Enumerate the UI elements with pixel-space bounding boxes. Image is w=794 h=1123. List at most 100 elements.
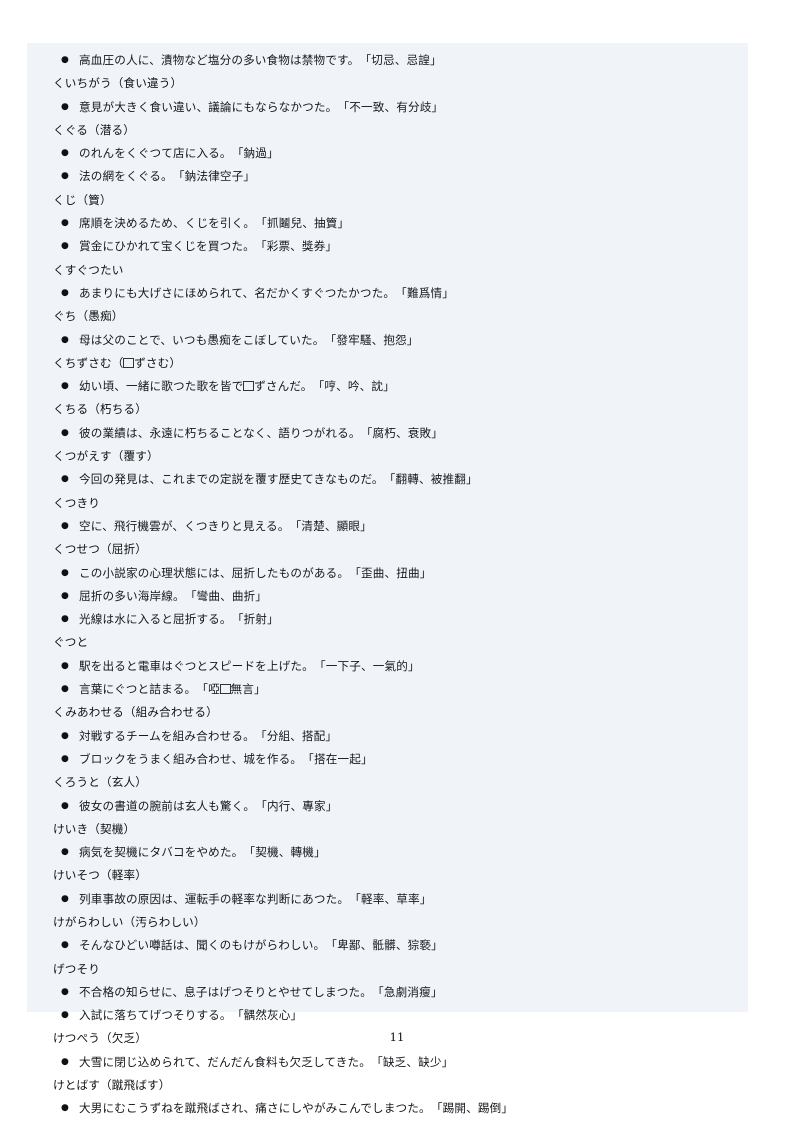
bullet-icon: ● [61, 1103, 70, 1114]
example-sentence-text: 彼の業績は、永遠に朽ちることなく、語りつがれる。 「腐朽、衰敗」 [79, 425, 443, 440]
vocabulary-headword: くつがえす（覆す） [39, 445, 738, 468]
example-sentence: ● 言葉にぐつと詰まる。 「啞 無言」 [39, 678, 738, 701]
example-sentence: ● 席順を決めるため、くじを引く。 「抓鬮兒、抽簤」 [39, 212, 738, 235]
example-sentence-text: 大男にむこうずねを蹴飛ばされ、痛さにしやがみこんでしまつた。 「踢開、踢倒」 [79, 1101, 514, 1116]
example-sentence-text: 対戦するチームを組み合わせる。 「分組、搭配」 [79, 728, 338, 743]
bullet-icon: ● [61, 218, 70, 229]
bullet-icon: ● [61, 287, 70, 298]
vocabulary-headword: げつそり [39, 958, 738, 981]
example-sentence: ● 法の網をくぐる。 「鈉法律空子」 [39, 165, 738, 188]
vocabulary-headword: くじ（簤） [39, 189, 738, 212]
bullet-icon: ● [61, 334, 70, 345]
vocabulary-headword: くみあわせる（組み合わせる） [39, 701, 738, 724]
vocabulary-entry-list: ● 高血圧の人に、漬物など塩分の多い食物は禁物です。 「切忌、忌諻」くいちがう（食… [39, 49, 738, 1121]
vocabulary-headword: ぐち（愚痴） [39, 305, 738, 328]
bullet-icon: ● [61, 986, 70, 997]
bullet-icon: ● [61, 940, 70, 951]
example-sentence-text: 意見が大きく食い違い、議論にもならなかつた。 「不一致、有分歧」 [79, 99, 444, 114]
bullet-icon: ● [61, 893, 70, 904]
example-sentence: ● 今回の発見は、これまでの定説を覆す歴史てきなものだ。 「翻轉、被推翻」 [39, 468, 738, 491]
vocabulary-headword: くぐる（潜る） [39, 119, 738, 142]
headword-text: くいちがう（食い違う） [53, 76, 183, 91]
example-sentence-text: 法の網をくぐる。 「鈉法律空子」 [79, 169, 256, 184]
bullet-icon: ● [61, 753, 70, 764]
bullet-icon: ● [61, 1056, 70, 1067]
example-sentence-text: そんなひどい噂話は、聞くのもけがらわしい。 「卑鄙、骶髒、猔褻」 [79, 938, 443, 953]
example-sentence: ● あまりにも大げさにほめられて、名だかくすぐつたかつた。 「難爲情」 [39, 282, 738, 305]
example-sentence-text: のれんをくぐつて店に入る。 「鈉過」 [79, 146, 279, 161]
headword-text: けいき（契機） [53, 821, 136, 836]
headword-text: くじ（簤） [53, 192, 112, 207]
bullet-icon: ● [61, 55, 70, 65]
headword-text: くちずさむ（ ずさむ） [53, 355, 182, 370]
vocabulary-headword: くいちがう（食い違う） [39, 72, 738, 95]
bullet-icon: ● [61, 474, 70, 485]
example-sentence: ● 彼女の書道の腕前は玄人も驚く。 「内行、專家」 [39, 795, 738, 818]
headword-text: くつがえす（覆す） [53, 449, 159, 464]
headword-text: けとばす（蹴飛ばす） [53, 1078, 171, 1093]
headword-text: くすぐつたい [53, 262, 124, 277]
example-sentence: ● 大雪に閉じ込められて、だんだん食料も欠乏してきた。 「缺乏、缺少」 [39, 1051, 738, 1074]
example-sentence: ● 不合格の知らせに、息子はげつそりとやせてしまつた。 「急劇消瘦」 [39, 981, 738, 1004]
example-sentence-text: 彼女の書道の腕前は玄人も驚く。 「内行、專家」 [79, 798, 338, 813]
vocabulary-headword: くろうと（玄人） [39, 771, 738, 794]
example-sentence-text: 屈折の多い海岸線。 「彎曲、曲折」 [79, 588, 268, 603]
headword-text: けがらわしい（汚らわしい） [53, 914, 206, 929]
example-sentence: ● 光線は水に入ると屈折する。 「折射」 [39, 608, 738, 631]
example-sentence: ● 列車事故の原因は、運転手の軽率な判断にあつた。 「軽率、草率」 [39, 888, 738, 911]
example-sentence: ● 彼の業績は、永遠に朽ちることなく、語りつがれる。 「腐朽、衰敗」 [39, 422, 738, 445]
example-sentence: ● 賞金にひかれて宝くじを買つた。 「彩票、獎券」 [39, 235, 738, 258]
example-sentence-text: 言葉にぐつと詰まる。 「啞 無言」 [79, 682, 266, 697]
example-sentence: ● 意見が大きく食い違い、議論にもならなかつた。 「不一致、有分歧」 [39, 96, 738, 119]
bullet-icon: ● [61, 730, 70, 741]
headword-text: くみあわせる（組み合わせる） [53, 705, 218, 720]
example-sentence: ● 空に、飛行機雲が、くつきりと見える。 「清楚、顯眼」 [39, 515, 738, 538]
example-sentence-text: 幼い頃、一緒に歌つた歌を皆で ずさんだ。 「哼、吟、訦」 [79, 379, 395, 394]
document-page: ● 高血圧の人に、漬物など塩分の多い食物は禁物です。 「切忌、忌諻」くいちがう（食… [0, 0, 794, 1123]
headword-text: くぐる（潜る） [53, 122, 135, 137]
example-sentence-text: あまりにも大げさにほめられて、名だかくすぐつたかつた。 「難爲情」 [79, 285, 455, 300]
example-sentence-text: 母は父のことで、いつも愚痴をこぼしていた。 「發牢騷、抱怨」 [79, 332, 419, 347]
bullet-icon: ● [61, 101, 70, 112]
headword-text: くちる（朽ちる） [53, 402, 147, 417]
example-sentence-text: 病気を契機にタバコをやめた。 「契機、轉機」 [79, 845, 326, 860]
headword-text: げつそり [53, 961, 100, 976]
example-sentence-text: この小説家の心理状態には、屈折したものがある。 「歪曲、扭曲」 [79, 565, 432, 580]
example-sentence: ● のれんをくぐつて店に入る。 「鈉過」 [39, 142, 738, 165]
vocabulary-content-block: ● 高血圧の人に、漬物など塩分の多い食物は禁物です。 「切忌、忌諻」くいちがう（食… [27, 43, 748, 1115]
bullet-icon: ● [61, 614, 70, 625]
page-number: 11 [389, 1030, 405, 1044]
headword-text: ぐち（愚痴） [53, 309, 124, 324]
example-sentence-text: 賞金にひかれて宝くじを買つた。 「彩票、獎券」 [79, 239, 338, 254]
vocabulary-headword: けがらわしい（汚らわしい） [39, 911, 738, 934]
vocabulary-headword: けいそつ（軽率） [39, 864, 738, 887]
headword-text: くろうと（玄人） [53, 775, 147, 790]
vocabulary-headword: くすぐつたい [39, 259, 738, 282]
example-sentence: ● 幼い頃、一緒に歌つた歌を皆で ずさんだ。 「哼、吟、訦」 [39, 375, 738, 398]
vocabulary-headword: けとばす（蹴飛ばす） [39, 1074, 738, 1097]
example-sentence: ● 高血圧の人に、漬物など塩分の多い食物は禁物です。 「切忌、忌諻」 [39, 49, 738, 72]
vocabulary-headword: くちる（朽ちる） [39, 398, 738, 421]
bullet-icon: ● [61, 590, 70, 601]
example-sentence-text: 駅を出ると電車はぐつとスピードを上げた。 「一下子、一氣的」 [79, 658, 420, 673]
example-sentence-text: 光線は水に入ると屈折する。 「折射」 [79, 612, 279, 627]
headword-text: ぐつと [53, 635, 89, 650]
example-sentence: ● 対戦するチームを組み合わせる。 「分組、搭配」 [39, 725, 738, 748]
example-sentence: ● この小説家の心理状態には、屈折したものがある。 「歪曲、扭曲」 [39, 562, 738, 585]
bullet-icon: ● [61, 520, 70, 531]
headword-text: くつきり [53, 495, 100, 510]
example-sentence: ● 駅を出ると電車はぐつとスピードを上げた。 「一下子、一氣的」 [39, 655, 738, 678]
bullet-icon: ● [61, 1010, 70, 1021]
example-sentence: ● 母は父のことで、いつも愚痴をこぼしていた。 「發牢騷、抱怨」 [39, 329, 738, 352]
bullet-icon: ● [61, 171, 70, 182]
example-sentence-text: 今回の発見は、これまでの定説を覆す歴史てきなものだ。 「翻轉、被推翻」 [79, 472, 478, 487]
example-sentence: ● 大男にむこうずねを蹴飛ばされ、痛さにしやがみこんでしまつた。 「踢開、踢倒」 [39, 1097, 738, 1120]
bullet-icon: ● [61, 567, 70, 578]
vocabulary-headword: くつきり [39, 492, 738, 515]
example-sentence-text: 入試に落ちてげつそりする。 「髃然灰心」 [79, 1008, 303, 1023]
example-sentence-text: 高血圧の人に、漬物など塩分の多い食物は禁物です。 「切忌、忌諻」 [79, 53, 442, 67]
vocabulary-headword: くちずさむ（ ずさむ） [39, 352, 738, 375]
example-sentence: ● 病気を契機にタバコをやめた。 「契機、轉機」 [39, 841, 738, 864]
example-sentence-text: 席順を決めるため、くじを引く。 「抓鬮兒、抽簤」 [79, 216, 350, 231]
example-sentence: ● そんなひどい噂話は、聞くのもけがらわしい。 「卑鄙、骶髒、猔褻」 [39, 934, 738, 957]
